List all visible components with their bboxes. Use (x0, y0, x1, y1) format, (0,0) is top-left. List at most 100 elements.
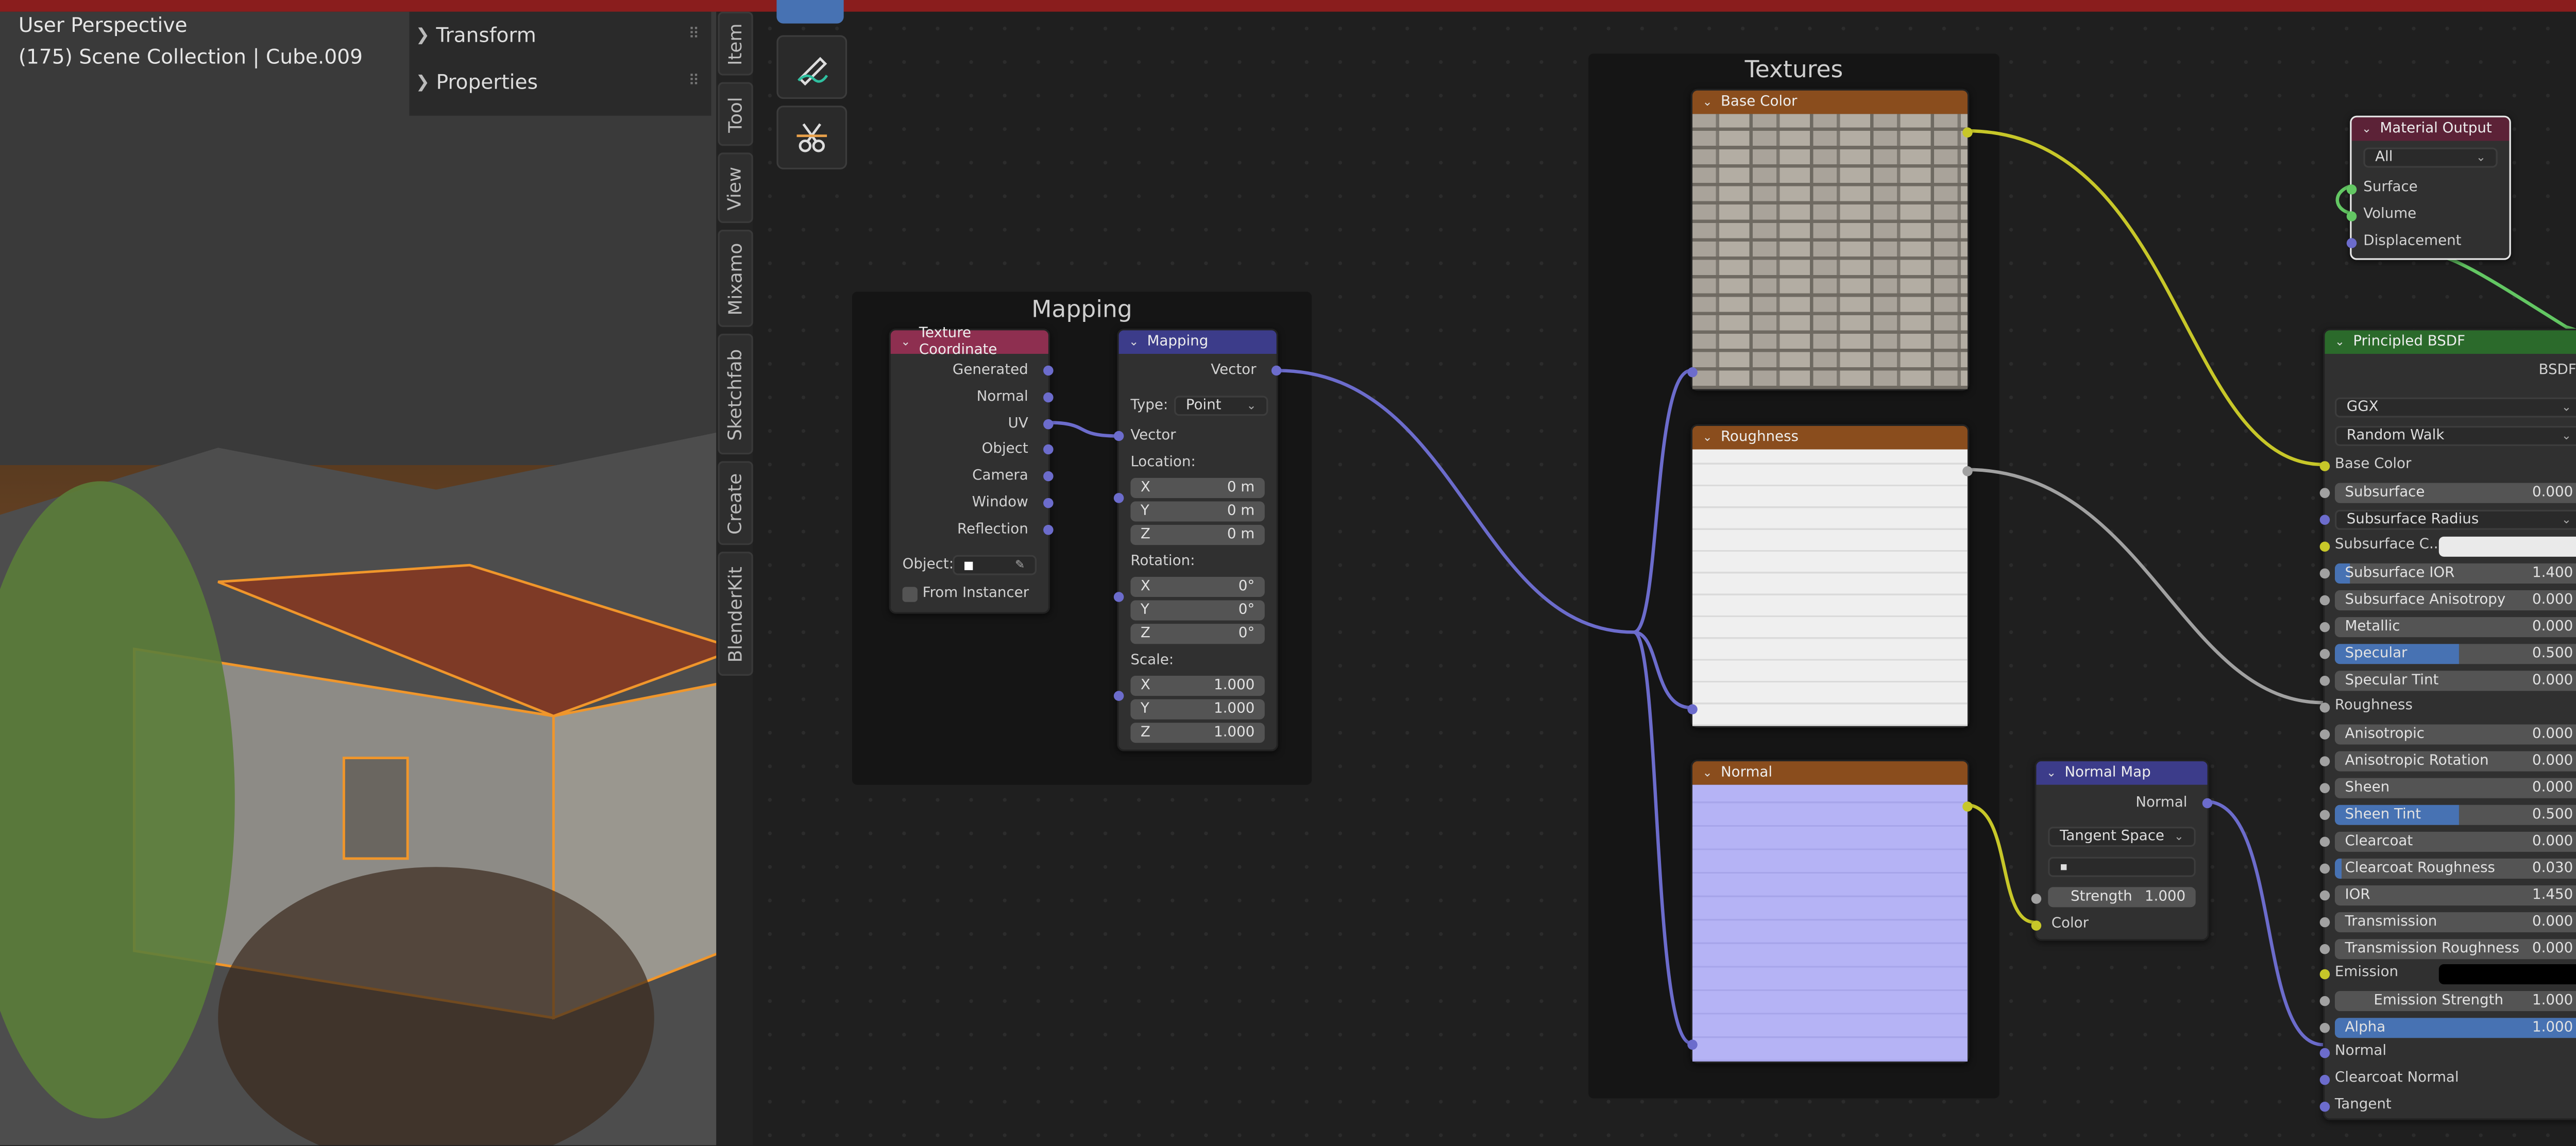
panel-properties[interactable]: ❯ Properties ⠿ (409, 59, 711, 106)
output-socket[interactable] (1043, 525, 1054, 535)
node-normal-map[interactable]: ⌄ Normal Map Normal Tangent Space ⌄ ▪ Stre… (2031, 759, 2213, 941)
input-socket[interactable] (2319, 836, 2330, 847)
input-socket[interactable] (2319, 783, 2330, 793)
node-header[interactable]: ⌄ Normal (1692, 761, 1968, 785)
node-image-roughness[interactable]: ⌄ Roughness (1687, 424, 1973, 728)
input-socket[interactable] (2319, 488, 2330, 498)
target-dropdown[interactable]: All ⌄ (2363, 147, 2498, 168)
location-z-field[interactable]: Z0 m (1130, 525, 1265, 545)
scale-y-field[interactable]: Y 1.000 (1130, 699, 1265, 720)
input-socket[interactable] (2319, 676, 2330, 686)
input-socket[interactable] (2319, 729, 2330, 740)
object-picker[interactable]: ✎ (953, 555, 1037, 575)
node-mapping[interactable]: ⌄ Mapping Vector Type: Point ⌄ Vector Loca… (1113, 329, 1282, 751)
input-socket[interactable] (2319, 703, 2330, 713)
scale-z-field[interactable]: Z 1.000 (1130, 723, 1265, 743)
subsurface-anisotropy-field[interactable]: Subsurface Anisotropy 0.000 (2334, 590, 2576, 611)
input-socket[interactable] (2319, 944, 2330, 954)
cut-links-tool-button[interactable] (776, 106, 848, 169)
output-socket[interactable] (1271, 365, 1282, 376)
input-socket[interactable] (2319, 568, 2330, 579)
transmission-roughness-field[interactable]: Transmission Roughness 0.000 (2334, 939, 2576, 960)
node-header[interactable]: ⌄ Principled BSDF (2325, 330, 2576, 354)
output-socket[interactable] (1043, 392, 1054, 403)
input-socket[interactable] (2319, 1101, 2330, 1112)
input-socket[interactable] (2319, 515, 2330, 525)
output-socket[interactable] (1962, 466, 1973, 476)
transmission-field[interactable]: Transmission 0.000 (2334, 912, 2576, 933)
tab-blenderkit[interactable]: BlenderKit (718, 552, 753, 676)
type-dropdown[interactable]: Point ⌄ (1174, 396, 1268, 416)
input-socket[interactable] (2319, 1074, 2330, 1085)
input-socket[interactable] (2031, 920, 2042, 931)
input-socket[interactable] (2319, 996, 2330, 1006)
input-socket[interactable] (2346, 184, 2357, 195)
input-socket[interactable] (1687, 1039, 1698, 1050)
tab-tool[interactable]: Tool (718, 82, 753, 146)
input-socket[interactable] (2319, 622, 2330, 632)
annotate-tool-button[interactable] (776, 35, 848, 99)
eyedropper-icon[interactable]: ✎ (1015, 558, 1025, 572)
3d-viewport[interactable]: User Perspective (175) Scene Collection … (0, 11, 725, 1145)
chevron-down-icon[interactable]: ⌄ (1703, 766, 1713, 780)
input-socket[interactable] (2319, 810, 2330, 820)
output-socket[interactable] (1043, 444, 1054, 455)
output-socket[interactable] (1962, 801, 1973, 812)
subsurface-method-dropdown[interactable]: Random Walk ⌄ (2334, 425, 2576, 447)
location-x-field[interactable]: X0 m (1130, 477, 1265, 498)
metallic-field[interactable]: Metallic 0.000 (2334, 617, 2576, 638)
chevron-down-icon[interactable]: ⌄ (1703, 96, 1713, 109)
panel-transform[interactable]: ❯ Transform ⠿ (409, 12, 711, 59)
anisotropic-rotation-field[interactable]: Anisotropic Rotation 0.000 (2334, 751, 2576, 772)
distribution-dropdown[interactable]: GGX ⌄ (2334, 397, 2576, 418)
node-principled-bsdf[interactable]: ⌄ Principled BSDF BSDF GGX ⌄ Random Walk ⌄ … (2319, 329, 2576, 1120)
sheen-field[interactable]: Sheen 0.000 (2334, 778, 2576, 798)
clearcoat-field[interactable]: Clearcoat 0.000 (2334, 831, 2576, 852)
node-image-normal[interactable]: ⌄ Normal (1687, 759, 1973, 1064)
input-socket[interactable] (2319, 890, 2330, 901)
input-socket[interactable] (2319, 756, 2330, 766)
input-socket[interactable] (2319, 969, 2330, 980)
input-socket[interactable] (2319, 917, 2330, 928)
scale-x-field[interactable]: X 1.000 (1130, 676, 1265, 696)
location-y-field[interactable]: Y0 m (1130, 501, 1265, 522)
chevron-down-icon[interactable]: ⌄ (2046, 766, 2056, 780)
chevron-down-icon[interactable]: ⌄ (1129, 335, 1139, 349)
specular-tint-field[interactable]: Specular Tint 0.000 (2334, 671, 2576, 691)
drag-grip-icon[interactable]: ⠿ (688, 27, 699, 44)
from-instancer-checkbox[interactable] (902, 587, 918, 602)
alpha-field[interactable]: Alpha 1.000 (2334, 1018, 2576, 1038)
input-socket[interactable] (1687, 704, 1698, 714)
rotation-x-field[interactable]: X 0° (1130, 576, 1265, 597)
input-socket[interactable] (1113, 592, 1124, 602)
output-socket[interactable] (1043, 365, 1054, 376)
tab-view[interactable]: View (718, 152, 753, 224)
subsurface-ior-field[interactable]: Subsurface IOR 1.400 (2334, 563, 2576, 584)
anisotropic-field[interactable]: Anisotropic 0.000 (2334, 724, 2576, 745)
input-socket[interactable] (2319, 863, 2330, 874)
input-socket[interactable] (2319, 648, 2330, 659)
node-header[interactable]: ⌄ Roughness (1692, 425, 1968, 450)
sheen-tint-field[interactable]: Sheen Tint 0.500 (2334, 805, 2576, 825)
output-socket[interactable] (1962, 127, 1973, 138)
node-header[interactable]: ⌄ Base Color (1692, 90, 1968, 114)
input-socket[interactable] (2031, 894, 2042, 904)
emission-color-swatch[interactable] (2438, 964, 2576, 985)
chevron-down-icon[interactable]: ⌄ (2362, 123, 2371, 136)
input-socket[interactable] (1113, 431, 1124, 441)
strength-field[interactable]: Strength 1.000 (2048, 887, 2196, 908)
input-socket[interactable] (2319, 595, 2330, 606)
subsurface-field[interactable]: Subsurface 0.000 (2334, 483, 2576, 503)
input-socket[interactable] (2319, 1022, 2330, 1033)
input-socket[interactable] (1687, 367, 1698, 378)
input-socket[interactable] (2319, 1048, 2330, 1058)
subsurface-radius-field[interactable]: Subsurface Radius ⌄ (2334, 509, 2576, 530)
node-material-output[interactable]: ⌄ Material Output All ⌄ Surface Volume Dis… (2346, 115, 2511, 260)
ior-field[interactable]: IOR 1.450 (2334, 885, 2576, 906)
input-socket[interactable] (2319, 461, 2330, 471)
node-header[interactable]: ⌄ Mapping (1118, 330, 1277, 354)
normal-space-dropdown[interactable]: Tangent Space ⌄ (2048, 827, 2196, 847)
emission-strength-field[interactable]: Emission Strength 1.000 (2334, 991, 2576, 1012)
node-header[interactable]: ⌄ Texture Coordinate (890, 326, 1048, 359)
node-header[interactable]: ⌄ Material Output (2351, 117, 2510, 141)
